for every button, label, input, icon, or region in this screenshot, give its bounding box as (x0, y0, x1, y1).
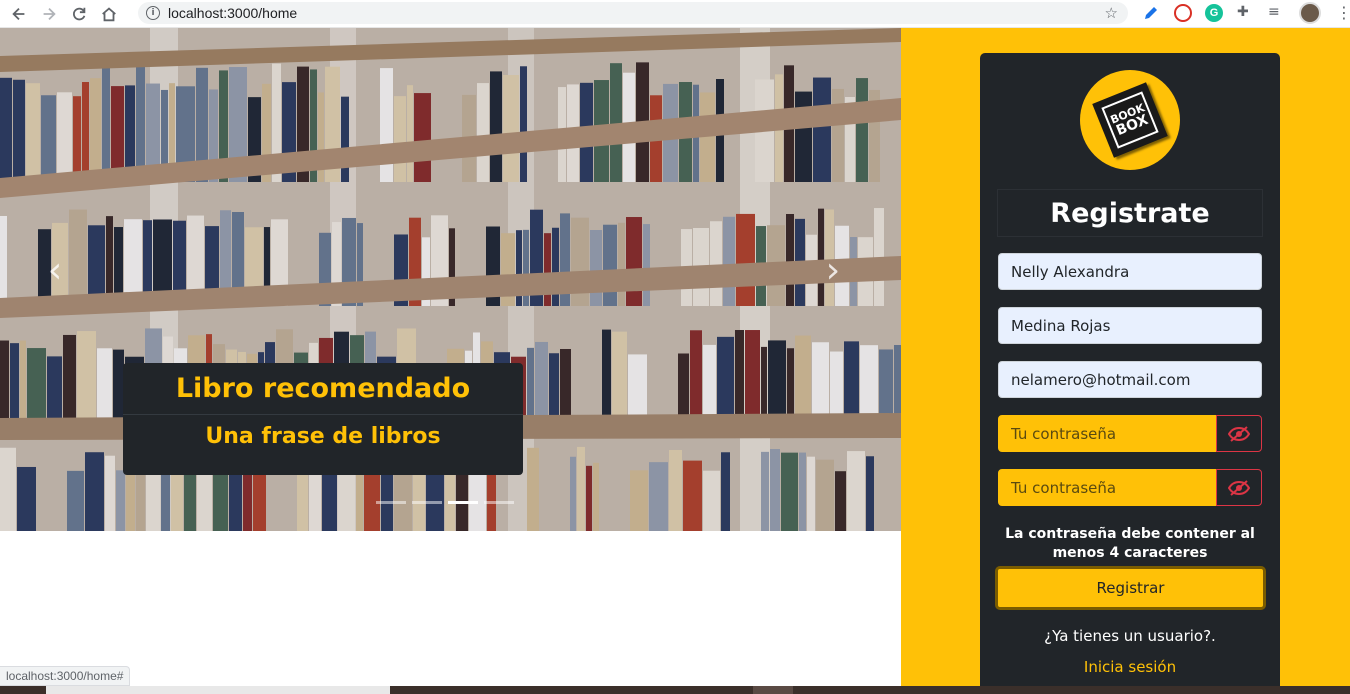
extensions-puzzle-icon[interactable]: ✚ (1237, 4, 1255, 22)
profile-avatar[interactable] (1299, 2, 1321, 24)
carousel-indicator[interactable] (376, 501, 406, 504)
extension-pen-icon[interactable] (1142, 4, 1160, 22)
carousel-indicator[interactable] (484, 501, 514, 504)
caption-title: Libro recomendado (175, 373, 471, 404)
toggle-password-button[interactable] (1216, 415, 1262, 452)
bookmark-star-icon[interactable]: ☆ (1105, 4, 1118, 22)
caption-divider (123, 414, 523, 415)
register-card: BOOK BOX Registrate La contraseña deb (980, 53, 1280, 694)
register-title: Registrate (997, 189, 1263, 237)
first-name-input[interactable] (998, 253, 1262, 290)
password-input[interactable] (998, 415, 1216, 452)
info-icon[interactable]: i (146, 6, 160, 20)
address-bar[interactable]: i localhost:3000/home ☆ (138, 2, 1128, 24)
carousel-caption: Libro recomendado Una frase de libros (123, 363, 523, 475)
bookbox-logo: BOOK BOX (1080, 70, 1180, 170)
have-user-text: ¿Ya tienes un usuario?. (1044, 627, 1216, 645)
carousel-indicators (376, 501, 514, 504)
back-icon[interactable] (8, 3, 30, 25)
eye-slash-icon (1228, 425, 1250, 442)
carousel-next-icon[interactable]: › (818, 250, 848, 291)
last-name-input[interactable] (998, 307, 1262, 344)
register-button[interactable]: Registrar (995, 566, 1266, 610)
carousel-indicator[interactable] (412, 501, 442, 504)
taskbar-item[interactable] (753, 686, 793, 694)
carousel-prev-icon[interactable]: ‹ (40, 250, 70, 291)
reload-icon[interactable] (68, 3, 90, 25)
address-url: localhost:3000/home (168, 5, 298, 21)
confirm-password-input[interactable] (998, 469, 1216, 506)
grammarly-icon[interactable]: G (1205, 4, 1223, 22)
media-queue-icon[interactable]: ≡ (1268, 4, 1286, 22)
password-hint: La contraseña debe contener al menos 4 c… (1005, 526, 1255, 561)
taskbar-search[interactable] (46, 686, 390, 694)
browser-menu-icon[interactable]: ⋮ (1336, 4, 1350, 22)
logo-box-icon: BOOK BOX (1092, 82, 1168, 158)
extension-red-icon[interactable] (1174, 4, 1192, 22)
os-taskbar (0, 686, 1350, 694)
home-icon[interactable] (98, 3, 120, 25)
carousel-indicator[interactable] (448, 501, 478, 504)
link-status-bar: localhost:3000/home# (0, 666, 131, 686)
forward-icon[interactable] (38, 3, 60, 25)
book-carousel: ‹ › Libro recomendado Una frase de libro… (0, 28, 901, 531)
browser-toolbar: i localhost:3000/home ☆ G ✚ ≡ ⋮ (0, 0, 1350, 28)
email-input[interactable] (998, 361, 1262, 398)
caption-text: Una frase de libros (205, 424, 441, 449)
confirm-password-group (998, 469, 1262, 506)
eye-slash-icon (1228, 479, 1250, 496)
password-group (998, 415, 1262, 452)
login-link[interactable]: Inicia sesión (980, 658, 1280, 676)
toggle-confirm-password-button[interactable] (1216, 469, 1262, 506)
